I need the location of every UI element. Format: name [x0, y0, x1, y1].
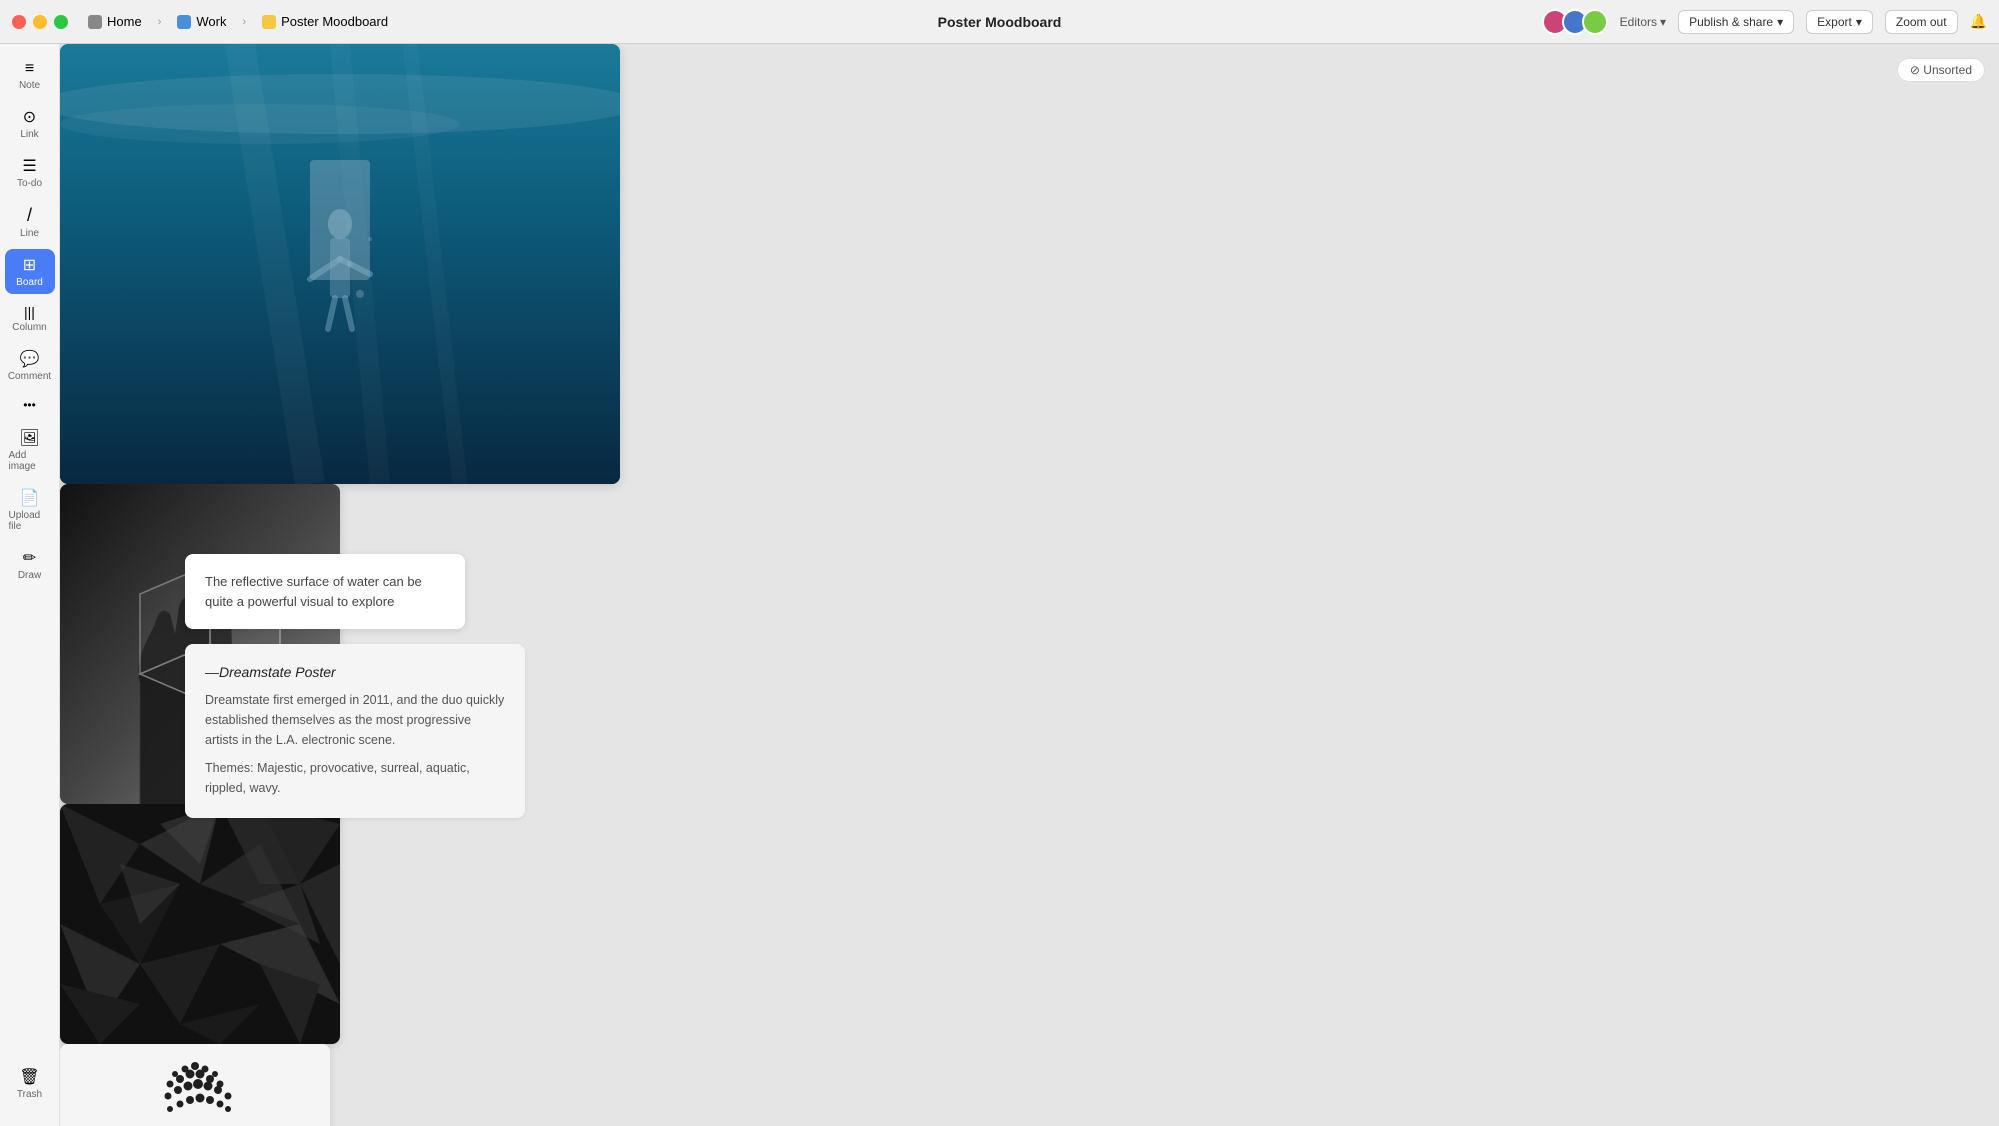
breadcrumb-home-label: Home	[107, 14, 142, 29]
sidebar-item-more[interactable]: •••	[5, 392, 55, 418]
sidebar-item-column[interactable]: ||| Column	[5, 298, 55, 339]
breadcrumb-poster-label: Poster Moodboard	[281, 14, 388, 29]
chevron-down-icon: ▾	[1777, 15, 1783, 29]
page-title: Poster Moodboard	[938, 14, 1062, 30]
close-button[interactable]	[12, 15, 26, 29]
sidebar-item-todo[interactable]: ☰ To-do	[5, 150, 55, 195]
zoom-out-button[interactable]: Zoom out	[1885, 10, 1958, 34]
sidebar-item-trash[interactable]: 🗑 Trash	[5, 1061, 55, 1106]
avatar-group	[1542, 9, 1608, 35]
more-icon: •••	[23, 398, 36, 412]
breadcrumb-sep-2: ›	[242, 16, 246, 28]
trash-icon: 🗑	[19, 1067, 39, 1087]
breadcrumb-poster[interactable]: Poster Moodboard	[254, 11, 396, 32]
polygon-art-card[interactable]	[60, 804, 340, 1044]
breadcrumb-sep-1: ›	[158, 16, 162, 28]
maximize-button[interactable]	[54, 15, 68, 29]
titlebar: Home › Work › Poster Moodboard Poster Mo…	[0, 0, 1999, 44]
publish-share-button[interactable]: Publish & share ▾	[1678, 10, 1794, 34]
breadcrumb-work[interactable]: Work	[169, 11, 234, 32]
home-icon	[88, 15, 102, 29]
halftone-image	[60, 1044, 330, 1126]
board-canvas: The reflective surface of water can be q…	[60, 44, 1999, 1126]
work-icon	[177, 15, 191, 29]
avatar	[1582, 9, 1608, 35]
chevron-down-icon: ▾	[1856, 15, 1862, 29]
line-icon: /	[27, 205, 32, 226]
sidebar-item-link[interactable]: ⊙ Link	[5, 101, 55, 146]
diver-image	[60, 44, 620, 484]
editors-button[interactable]: Editors ▾	[1620, 15, 1666, 29]
brand-themes: Themes: Majestic, provocative, surreal, …	[205, 758, 505, 798]
sidebar-item-comment[interactable]: 💬 Comment	[5, 343, 55, 388]
link-icon: ⊙	[23, 107, 36, 127]
upload-file-icon: 📄	[20, 488, 40, 508]
sidebar-item-draw[interactable]: ✏ Draw	[5, 542, 55, 587]
poster-icon	[262, 15, 276, 29]
breadcrumb-home[interactable]: Home	[80, 11, 150, 32]
breadcrumb-work-label: Work	[196, 14, 226, 29]
minimize-button[interactable]	[33, 15, 47, 29]
sidebar: ≡ Note ⊙ Link ☰ To-do / Line ⊞ Board |||…	[0, 44, 60, 1126]
diver-caption-card: The reflective surface of water can be q…	[185, 554, 465, 629]
column-icon: |||	[24, 304, 35, 320]
comment-icon: 💬	[20, 349, 40, 369]
sidebar-item-board[interactable]: ⊞ Board	[5, 249, 55, 294]
diver-caption-text: The reflective surface of water can be q…	[205, 572, 445, 611]
brand-description: Dreamstate first emerged in 2011, and th…	[205, 690, 505, 750]
add-image-icon: 🖼	[19, 428, 39, 448]
sidebar-bottom: 🗑 Trash	[5, 1061, 55, 1116]
brand-text-card: —Dreamstate Poster Dreamstate first emer…	[185, 644, 525, 818]
canvas-area: ⊘ Unsorted	[60, 44, 1999, 1126]
export-button[interactable]: Export ▾	[1806, 10, 1873, 34]
brand-name: —Dreamstate Poster	[205, 664, 505, 680]
diver-image-card[interactable]	[60, 44, 620, 484]
chevron-down-icon: ▾	[1660, 15, 1666, 29]
traffic-lights	[12, 15, 68, 29]
sidebar-item-add-image[interactable]: 🖼 Add image	[5, 422, 55, 478]
sidebar-item-note[interactable]: ≡ Note	[5, 54, 55, 97]
breadcrumb: Home › Work › Poster Moodboard	[80, 11, 396, 32]
notification-icon[interactable]: 🔔	[1970, 13, 1987, 30]
app-body: ≡ Note ⊙ Link ☰ To-do / Line ⊞ Board |||…	[0, 44, 1999, 1126]
board-icon: ⊞	[23, 255, 36, 275]
unsorted-badge[interactable]: ⊘ Unsorted	[1897, 58, 1985, 82]
halftone-card[interactable]: Try this rippled effect with the logo	[60, 1044, 330, 1126]
titlebar-actions: Editors ▾ Publish & share ▾ Export ▾ Zoo…	[1542, 9, 1987, 35]
todo-icon: ☰	[22, 156, 36, 176]
note-icon: ≡	[25, 60, 34, 78]
sidebar-item-upload-file[interactable]: 📄 Upload file	[5, 482, 55, 538]
sidebar-item-line[interactable]: / Line	[5, 199, 55, 245]
draw-icon: ✏	[23, 548, 36, 568]
